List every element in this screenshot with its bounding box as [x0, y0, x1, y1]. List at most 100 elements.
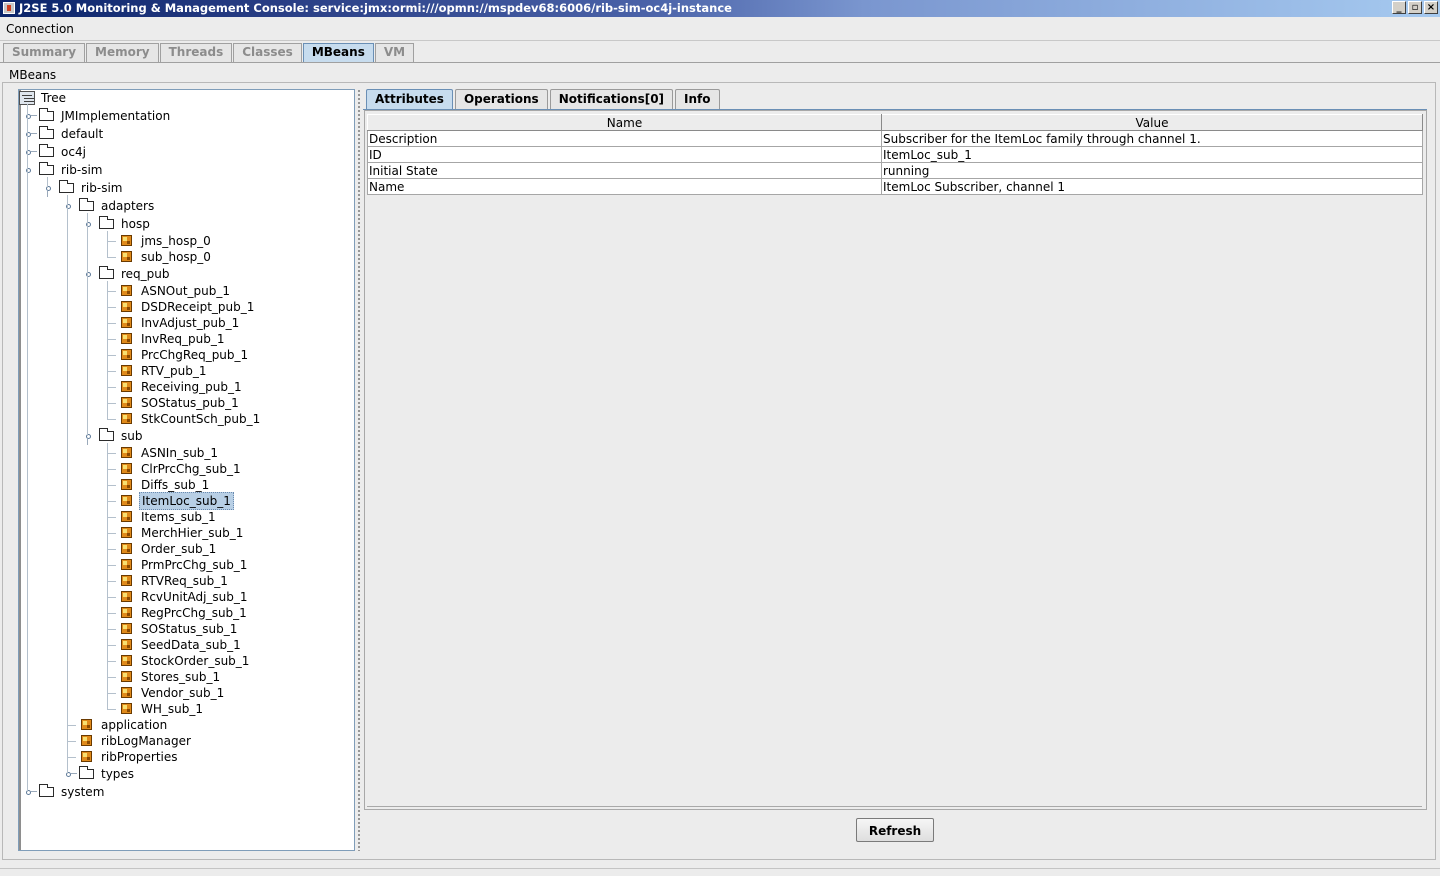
tab-vm[interactable]: VM	[374, 43, 415, 62]
tab-divider	[0, 62, 1440, 63]
window-controls: _ ▫ ×	[1392, 1, 1438, 14]
tree-connector	[107, 469, 116, 470]
tree-connector	[107, 501, 116, 502]
tree-node-label: JMImplementation	[61, 109, 171, 123]
tree-node-label: RTV_pub_1	[141, 364, 207, 378]
tree-node-label: StockOrder_sub_1	[141, 654, 250, 668]
tree-connector	[107, 453, 116, 454]
mbean-icon	[121, 527, 132, 538]
tree-node-label: ASNIn_sub_1	[141, 446, 219, 460]
restore-icon[interactable]: ▫	[1408, 1, 1422, 14]
mbeans-panel-title: MBeans	[9, 68, 57, 82]
menu-connection[interactable]: Connection	[6, 22, 74, 36]
tree-connector	[107, 693, 116, 694]
tree-node-label: jms_hosp_0	[141, 234, 211, 248]
table-row[interactable]: Name ItemLoc Subscriber, channel 1	[367, 178, 1423, 195]
tree-connector	[107, 581, 116, 582]
tree-node-label: SeedData_sub_1	[141, 638, 241, 652]
mbean-icon	[121, 463, 132, 474]
detail-tabs: Attributes Operations Notifications[0] I…	[366, 89, 722, 110]
status-divider	[0, 868, 1440, 869]
tree-node-label: RTVReq_sub_1	[141, 574, 228, 588]
mbean-icon	[121, 447, 132, 458]
tree-node-label: ItemLoc_sub_1	[139, 492, 234, 510]
table-row[interactable]: Initial State running	[367, 162, 1423, 179]
attribute-value[interactable]: running	[881, 162, 1423, 179]
tab-operations[interactable]: Operations	[454, 89, 548, 109]
column-header-value[interactable]: Value	[881, 114, 1423, 131]
folder-icon	[39, 126, 54, 139]
mbean-icon	[121, 317, 132, 328]
mbean-icon	[121, 381, 132, 392]
split-pane-divider[interactable]	[357, 89, 361, 851]
tab-summary[interactable]: Summary	[3, 43, 86, 62]
tree-connector	[67, 757, 76, 758]
attribute-name: ID	[367, 146, 882, 163]
folder-icon	[99, 216, 114, 229]
tree-node-label: adapters	[101, 199, 155, 213]
tree-node-label: ribLogManager	[101, 734, 191, 748]
tree-connector	[107, 677, 116, 678]
tree-connector	[107, 355, 116, 356]
column-header-name[interactable]: Name	[367, 114, 882, 131]
tree-connector	[107, 241, 116, 242]
attribute-value[interactable]: ItemLoc Subscriber, channel 1	[881, 178, 1423, 195]
tree-node-label: Order_sub_1	[141, 542, 217, 556]
tree-guide-line	[107, 443, 108, 709]
mbean-icon	[121, 559, 132, 570]
mbean-icon	[121, 543, 132, 554]
mbean-icon	[121, 591, 132, 602]
tree-node-label: default	[61, 127, 104, 141]
attribute-value[interactable]: Subscriber for the ItemLoc family throug…	[881, 130, 1423, 147]
table-row[interactable]: ID ItemLoc_sub_1	[367, 146, 1423, 163]
tree-node-label: req_pub	[121, 267, 170, 281]
folder-icon	[99, 266, 114, 279]
tree-node-label: rib-sim	[81, 181, 123, 195]
tree-node-label: application	[101, 718, 168, 732]
tab-attributes[interactable]: Attributes	[366, 89, 453, 109]
tree-node-label: PrmPrcChg_sub_1	[141, 558, 248, 572]
tree-node-label: InvAdjust_pub_1	[141, 316, 240, 330]
tree-node-label: RegPrcChg_sub_1	[141, 606, 247, 620]
mbean-icon	[121, 349, 132, 360]
tab-mbeans[interactable]: MBeans	[302, 43, 374, 62]
tree-root-label: Tree	[41, 91, 67, 105]
title-bar[interactable]: J2SE 5.0 Monitoring & Management Console…	[0, 0, 1440, 17]
tree-node-label: ASNOut_pub_1	[141, 284, 231, 298]
tree-node-label: PrcChgReq_pub_1	[141, 348, 249, 362]
tree-connector	[107, 533, 116, 534]
mbean-icon	[121, 639, 132, 650]
tree-node-label: InvReq_pub_1	[141, 332, 225, 346]
attribute-name: Description	[367, 130, 882, 147]
refresh-button[interactable]: Refresh	[856, 818, 934, 842]
tab-notifications[interactable]: Notifications[0]	[549, 89, 674, 109]
tab-threads[interactable]: Threads	[159, 43, 233, 62]
folder-icon	[79, 766, 94, 779]
attribute-value[interactable]: ItemLoc_sub_1	[881, 146, 1423, 163]
close-icon[interactable]: ×	[1424, 1, 1438, 14]
mbean-icon	[121, 235, 132, 246]
folder-icon	[39, 144, 54, 157]
mbean-icon	[121, 479, 132, 490]
tree-node-label: rib-sim	[61, 163, 103, 177]
mbean-icon	[121, 333, 132, 344]
folder-icon	[99, 428, 114, 441]
folder-icon	[39, 784, 54, 797]
window-title: J2SE 5.0 Monitoring & Management Console…	[19, 1, 732, 15]
table-row[interactable]: Description Subscriber for the ItemLoc f…	[367, 130, 1423, 147]
tree-connector	[107, 629, 116, 630]
tree-connector	[107, 709, 116, 710]
tab-classes[interactable]: Classes	[233, 43, 302, 62]
tree-guide-line	[67, 195, 68, 774]
tree-connector	[107, 419, 116, 420]
tab-memory[interactable]: Memory	[86, 43, 159, 62]
tree-root-icon	[19, 91, 35, 105]
folder-icon	[39, 108, 54, 121]
mbean-tree[interactable]: Tree JMImplementation default oc4j rib-sim r…	[18, 89, 355, 851]
tree-node-label: DSDReceipt_pub_1	[141, 300, 255, 314]
tab-info[interactable]: Info	[675, 89, 720, 109]
minimize-icon[interactable]: _	[1392, 1, 1406, 14]
mbean-icon	[121, 413, 132, 424]
tree-node-label: StkCountSch_pub_1	[141, 412, 261, 426]
tree-connector	[107, 387, 116, 388]
